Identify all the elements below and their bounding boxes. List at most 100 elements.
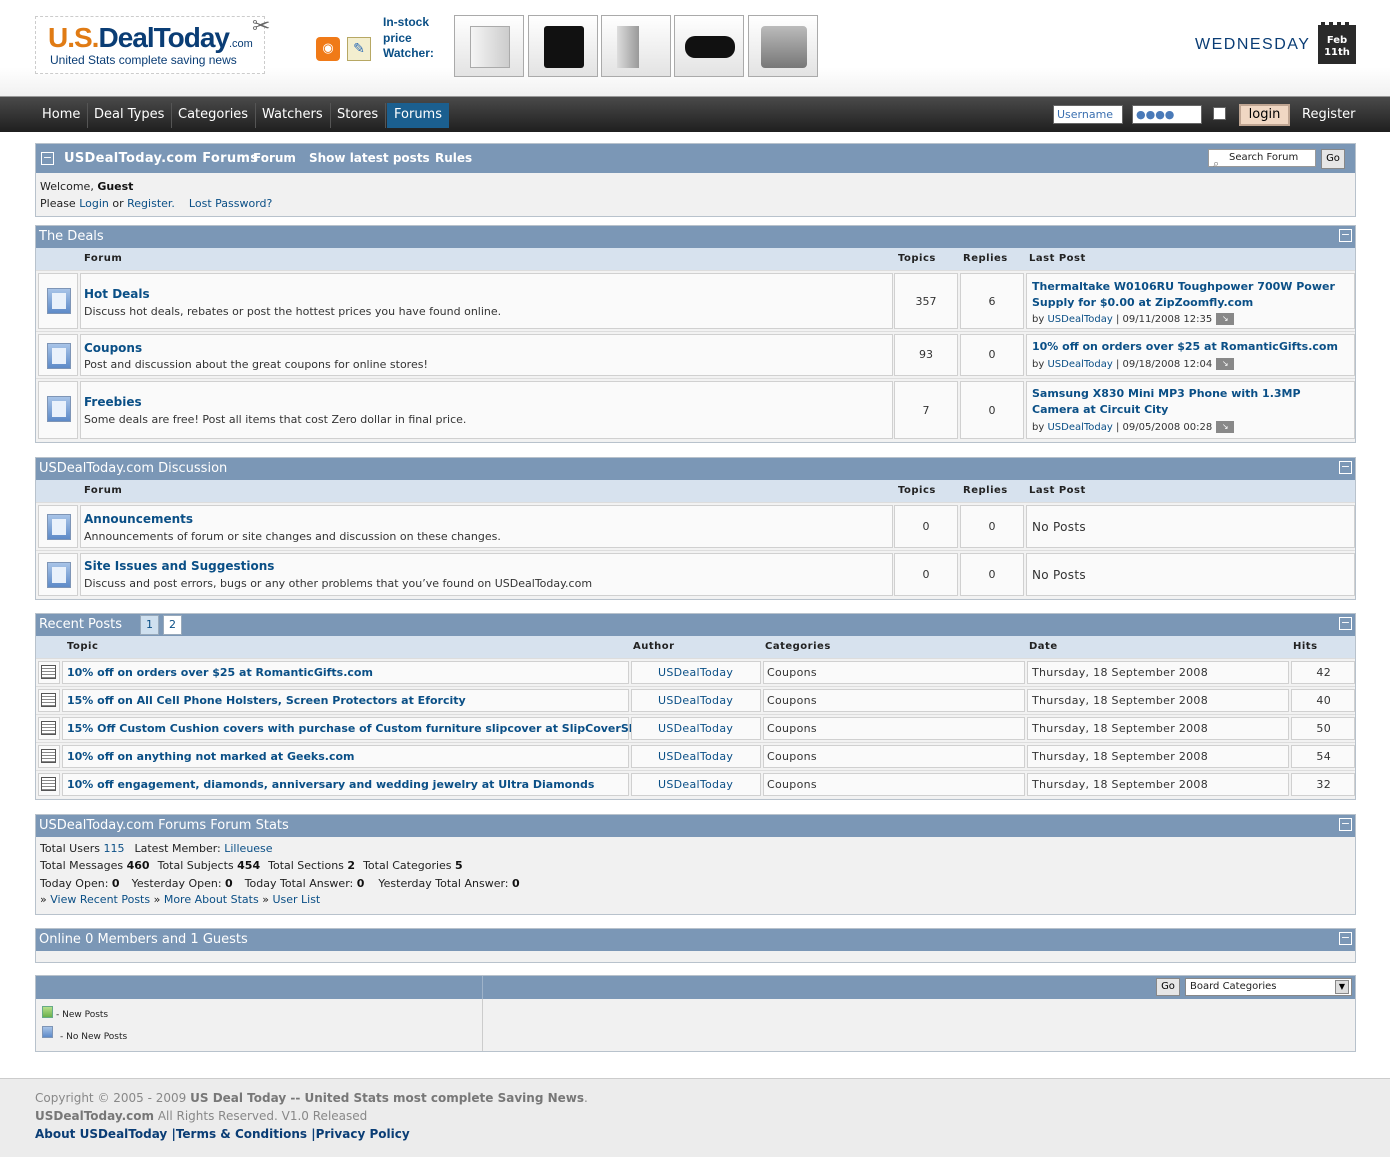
goto-post-icon[interactable]: ↘: [1216, 358, 1235, 370]
last-post-link[interactable]: Samsung X830 Mini MP3 Phone with 1.3MP C…: [1032, 386, 1342, 418]
privacy-link[interactable]: Privacy Policy: [316, 1127, 410, 1141]
latest-member-link[interactable]: Lilleuese: [224, 842, 272, 855]
goto-post-icon[interactable]: ↘: [1216, 313, 1235, 325]
col-categories: Categories: [765, 641, 831, 652]
terms-link[interactable]: Terms & Conditions: [176, 1127, 307, 1141]
author-link[interactable]: USDealToday: [1047, 359, 1112, 370]
forum-title-link[interactable]: Hot Deals: [84, 287, 150, 301]
topic-link[interactable]: 15% Off Custom Cushion covers with purch…: [67, 722, 652, 735]
forum-title-link[interactable]: Site Issues and Suggestions: [84, 559, 274, 573]
user-list-link[interactable]: User List: [272, 893, 320, 906]
last-post-link[interactable]: Thermaltake W0106RU Toughpower 700W Powe…: [1032, 279, 1342, 311]
forum-title-link[interactable]: Announcements: [84, 512, 193, 526]
forum-title-link[interactable]: Coupons: [84, 341, 142, 355]
xbox360-thumbnail[interactable]: [601, 15, 671, 77]
username-input[interactable]: Username: [1053, 105, 1123, 124]
discussion-title: USDealToday.com Discussion: [39, 461, 228, 476]
date-text: Thursday, 18 September 2008: [1032, 722, 1209, 735]
register-link-forum[interactable]: Register.: [127, 197, 175, 210]
new-posts-label: - New Posts: [56, 1010, 109, 1020]
rules-link[interactable]: Rules: [435, 144, 472, 173]
footer-copyright: Copyright © 2005 - 2009 US Deal Today --…: [35, 1091, 588, 1105]
about-link[interactable]: About USDealToday: [35, 1127, 167, 1141]
sections-value: 2: [347, 859, 356, 872]
lost-password-link[interactable]: Lost Password?: [189, 197, 272, 210]
jump-go-button[interactable]: Go: [1156, 978, 1180, 996]
collapse-icon[interactable]: −: [41, 152, 54, 165]
author-link[interactable]: USDealToday: [1047, 314, 1112, 325]
footer-dot: .: [584, 1091, 588, 1105]
more-about-stats-link[interactable]: More About Stats: [164, 893, 259, 906]
topic-link[interactable]: 10% off engagement, diamonds, anniversar…: [67, 778, 594, 791]
forum-row: Freebies Some deals are free! Post all i…: [36, 378, 1355, 441]
show-latest-link[interactable]: Show latest posts: [309, 144, 430, 173]
page-1-button[interactable]: 1: [140, 615, 159, 635]
forum-cell: [80, 273, 893, 329]
login-link[interactable]: Login: [79, 197, 109, 210]
forum-link[interactable]: Forum: [253, 144, 296, 173]
yesterday-answer-value: 0: [512, 877, 520, 890]
total-users-link[interactable]: 115: [104, 842, 125, 855]
forum-title[interactable]: USDealToday.com Forums: [64, 144, 258, 173]
topic-link[interactable]: 15% off on All Cell Phone Holsters, Scre…: [67, 694, 466, 707]
page-2-button[interactable]: 2: [163, 615, 182, 635]
footer: Copyright © 2005 - 2009 US Deal Today --…: [0, 1078, 1390, 1157]
last-post-link[interactable]: 10% off on orders over $25 at RomanticGi…: [1032, 339, 1342, 355]
or-text: or: [108, 197, 128, 210]
author-link[interactable]: USDealToday: [658, 750, 733, 763]
deals-title: The Deals: [39, 229, 104, 244]
search-input[interactable]: Search Forum: [1208, 149, 1316, 167]
goto-post-icon[interactable]: ↘: [1216, 421, 1235, 433]
rss-icon[interactable]: ◉: [316, 37, 340, 61]
nav-forums[interactable]: Forums: [387, 103, 449, 128]
collapse-icon[interactable]: −: [1339, 229, 1352, 242]
forum-icon: [47, 514, 71, 540]
recent-posts-section: Recent Posts 1 2 − Topic Author Categori…: [35, 613, 1356, 800]
forum-desc: Some deals are free! Post all items that…: [84, 413, 467, 426]
by-text: by: [1032, 314, 1045, 325]
col-topics: Topics: [898, 485, 936, 496]
register-link[interactable]: Register: [1302, 103, 1356, 127]
board-categories-select[interactable]: Board Categories: [1185, 978, 1352, 996]
topics-count: 93: [919, 348, 933, 361]
hits-count: 42: [1316, 666, 1331, 679]
nintendo-ds-thumbnail[interactable]: [748, 15, 818, 77]
nav-deal-types[interactable]: Deal Types: [87, 103, 173, 128]
topic-link[interactable]: 10% off on orders over $25 at RomanticGi…: [67, 666, 373, 679]
collapse-icon[interactable]: −: [1339, 818, 1352, 831]
forum-desc: Discuss and post errors, bugs or any oth…: [84, 577, 593, 590]
author-link[interactable]: USDealToday: [1047, 422, 1112, 433]
post-date: | 09/11/2008 12:35: [1116, 314, 1213, 325]
nav-home[interactable]: Home: [35, 103, 89, 128]
col-hits: Hits: [1293, 641, 1318, 652]
author-link[interactable]: USDealToday: [658, 778, 733, 791]
site-header: U.S.DealToday.com United Stats complete …: [0, 0, 1390, 96]
wii-thumbnail[interactable]: [454, 15, 524, 77]
forum-icon: [47, 343, 71, 369]
author-link[interactable]: USDealToday: [658, 722, 733, 735]
author-link[interactable]: USDealToday: [658, 666, 733, 679]
collapse-icon[interactable]: −: [1339, 461, 1352, 474]
nav-stores[interactable]: Stores: [330, 103, 387, 128]
day-name: WEDNESDAY: [1195, 36, 1311, 53]
ps3-thumbnail[interactable]: [528, 15, 598, 77]
author-link[interactable]: USDealToday: [658, 694, 733, 707]
nav-watchers[interactable]: Watchers: [255, 103, 331, 128]
login-button[interactable]: login: [1239, 104, 1290, 126]
collapse-icon[interactable]: −: [1339, 617, 1352, 630]
topic-link[interactable]: 10% off on anything not marked at Geeks.…: [67, 750, 355, 763]
post-icon: [41, 721, 56, 735]
psp-thumbnail[interactable]: [674, 15, 744, 77]
password-input[interactable]: ●●●●: [1132, 105, 1202, 124]
forum-row: Announcements Announcements of forum or …: [36, 502, 1355, 550]
search-go-button[interactable]: Go: [1321, 149, 1345, 169]
subjects-value: 454: [237, 859, 261, 872]
nav-categories[interactable]: Categories: [171, 103, 257, 128]
chevron-down-icon[interactable]: ▼: [1335, 980, 1349, 994]
remember-checkbox[interactable]: [1213, 107, 1226, 120]
collapse-icon[interactable]: −: [1339, 932, 1352, 945]
view-recent-posts-link[interactable]: View Recent Posts: [50, 893, 150, 906]
forum-title-link[interactable]: Freebies: [84, 395, 142, 409]
notes-icon[interactable]: ✎: [347, 37, 371, 61]
site-logo[interactable]: U.S.DealToday.com United Stats complete …: [35, 16, 265, 74]
